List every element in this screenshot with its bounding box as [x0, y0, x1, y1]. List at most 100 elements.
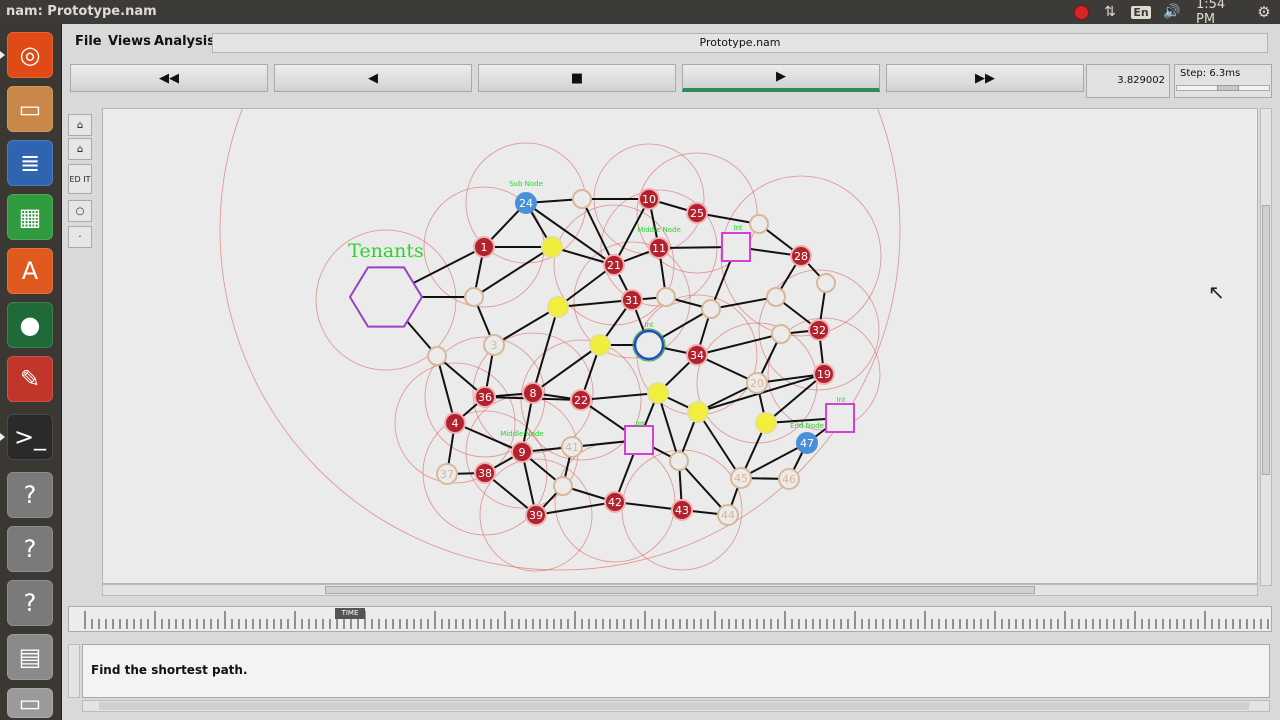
yellow-node — [547, 296, 569, 318]
box-label-2: Int — [635, 420, 645, 428]
session-gear-icon[interactable]: ⚙ — [1254, 3, 1274, 21]
node-label-41: 41 — [565, 441, 579, 454]
tan-node — [669, 451, 689, 471]
box-label: Int — [733, 224, 743, 232]
canvas-vertical-scrollbar[interactable] — [1260, 108, 1272, 586]
timeline-slider[interactable]: TIME — [68, 606, 1272, 632]
node-label-3: 3 — [491, 339, 498, 352]
canvas-horizontal-scrollbar[interactable] — [102, 584, 1258, 596]
browser-icon[interactable]: ● — [7, 302, 53, 348]
node-label-38: 38 — [478, 467, 492, 480]
tan-node — [771, 324, 791, 344]
writer-icon[interactable]: ≣ — [7, 140, 53, 186]
node-label-21: 21 — [607, 259, 621, 272]
unknown-app-icon[interactable]: ? — [7, 526, 53, 572]
tenants-label: Tenants — [348, 240, 424, 262]
node-tool-icon[interactable]: ○ — [68, 200, 92, 222]
step-slider-thumb[interactable] — [1217, 85, 1239, 91]
unknown-app-icon[interactable]: ? — [7, 472, 53, 518]
node-label-31: 31 — [625, 294, 639, 307]
menu-file[interactable]: File — [75, 34, 102, 49]
tan-node — [701, 299, 721, 319]
node-label-28: 28 — [794, 250, 808, 263]
end-node-label: End Node — [790, 422, 824, 430]
node-label-8: 8 — [530, 387, 537, 400]
window-title: nam: Prototype.nam — [6, 4, 157, 19]
drive-icon[interactable]: ▭ — [7, 688, 53, 718]
node-label-20: 20 — [750, 377, 764, 390]
node-label-36: 36 — [478, 391, 492, 404]
yellow-node — [647, 382, 669, 404]
node-label-10: 10 — [642, 193, 656, 206]
software-center-icon[interactable]: A — [7, 248, 53, 294]
unknown-app-icon[interactable]: ? — [7, 580, 53, 626]
central-node — [633, 329, 665, 361]
link-15 — [696, 333, 782, 356]
node-label-39: 39 — [529, 509, 543, 522]
ubuntu-dash-icon[interactable]: ◎ — [0, 32, 53, 78]
node-label-37: 37 — [440, 468, 454, 481]
node-label-19: 19 — [817, 368, 831, 381]
edit-toolbar: ⌂ ⌂ ED IT ○ · — [68, 108, 94, 598]
play-button[interactable]: ▶ — [682, 64, 880, 92]
tan-node — [464, 287, 484, 307]
keyboard-layout-indicator[interactable]: En — [1131, 3, 1151, 21]
link-77 — [697, 411, 742, 479]
node-label-11: 11 — [652, 242, 666, 255]
node-label-24: 24 — [519, 197, 533, 210]
fast-forward-button[interactable]: ▶▶ — [886, 64, 1084, 92]
terminal-icon[interactable]: >_ — [0, 414, 53, 460]
node-label-44: 44 — [721, 509, 735, 522]
tan-node — [427, 346, 447, 366]
menu-views[interactable]: Views — [108, 34, 151, 49]
volume-icon[interactable]: 🔊 — [1162, 3, 1182, 21]
yellow-node — [589, 334, 611, 356]
sub-node-label: Sub Node — [509, 180, 543, 188]
launcher: ◎ ▭ ≣ ▦ A ● ✎ >_ ? ? ? ▤ ▭ — [0, 24, 62, 720]
zoom-in-icon[interactable]: ⌂ — [68, 114, 92, 136]
timeline-marker[interactable]: TIME — [335, 608, 365, 619]
node-label-34: 34 — [690, 349, 704, 362]
node-label-1: 1 — [481, 241, 488, 254]
tan-node — [766, 287, 786, 307]
edit-button[interactable]: ED IT — [68, 164, 92, 194]
status-vertical-scrollbar[interactable] — [68, 644, 80, 698]
node-label-45: 45 — [734, 472, 748, 485]
node-label-4: 4 — [452, 417, 459, 430]
network-graph[interactable]: Tenants24 10251 1121283132341936 8224938394… — [103, 109, 1258, 584]
files-icon[interactable]: ▭ — [7, 86, 53, 132]
tan-node — [749, 214, 769, 234]
tan-node — [553, 476, 573, 496]
middle-node-label: Middle Node — [637, 226, 681, 234]
calc-icon[interactable]: ▦ — [7, 194, 53, 240]
mouse-cursor-icon: ↖ — [1208, 280, 1225, 304]
menu-bar: File Views Analysis Prototype.nam — [62, 28, 1280, 56]
switch-box — [624, 425, 654, 455]
zoom-out-icon[interactable]: ⌂ — [68, 138, 92, 160]
box-label-3: Int — [836, 396, 846, 404]
step-label: Step: 6.3ms — [1180, 68, 1241, 79]
tan-node — [656, 287, 676, 307]
timeline-ticks — [84, 611, 1269, 629]
settings-icon[interactable]: ✎ — [7, 356, 53, 402]
node-label-43: 43 — [675, 504, 689, 517]
status-horizontal-scrollbar[interactable] — [82, 700, 1270, 712]
node-label-47: 47 — [800, 437, 814, 450]
yellow-node — [541, 236, 563, 258]
node-label-22: 22 — [574, 394, 588, 407]
step-back-button[interactable]: ◀ — [274, 64, 472, 92]
playback-controls: ◀◀ ◀ ■ ▶ ▶▶ — [70, 64, 1084, 96]
menu-analysis[interactable]: Analysis — [154, 34, 215, 49]
middle-node-label-2: Middle Node — [500, 430, 544, 438]
stop-button[interactable]: ■ — [478, 64, 676, 92]
step-slider[interactable] — [1176, 85, 1270, 91]
tan-node — [816, 273, 836, 293]
node-label-9: 9 — [519, 446, 526, 459]
small-node-tool-icon[interactable]: · — [68, 226, 92, 248]
rewind-button[interactable]: ◀◀ — [70, 64, 268, 92]
clock[interactable]: 1:54 PM — [1196, 0, 1246, 27]
network-canvas[interactable]: Tenants 24 10 25 1 11 21 28 31 32 34 19 36 8 22 4 9 38 39 4… — [102, 108, 1258, 584]
network-icon[interactable]: ⇅ — [1101, 3, 1119, 21]
record-indicator-icon[interactable] — [1072, 3, 1090, 21]
save-icon[interactable]: ▤ — [7, 634, 53, 680]
